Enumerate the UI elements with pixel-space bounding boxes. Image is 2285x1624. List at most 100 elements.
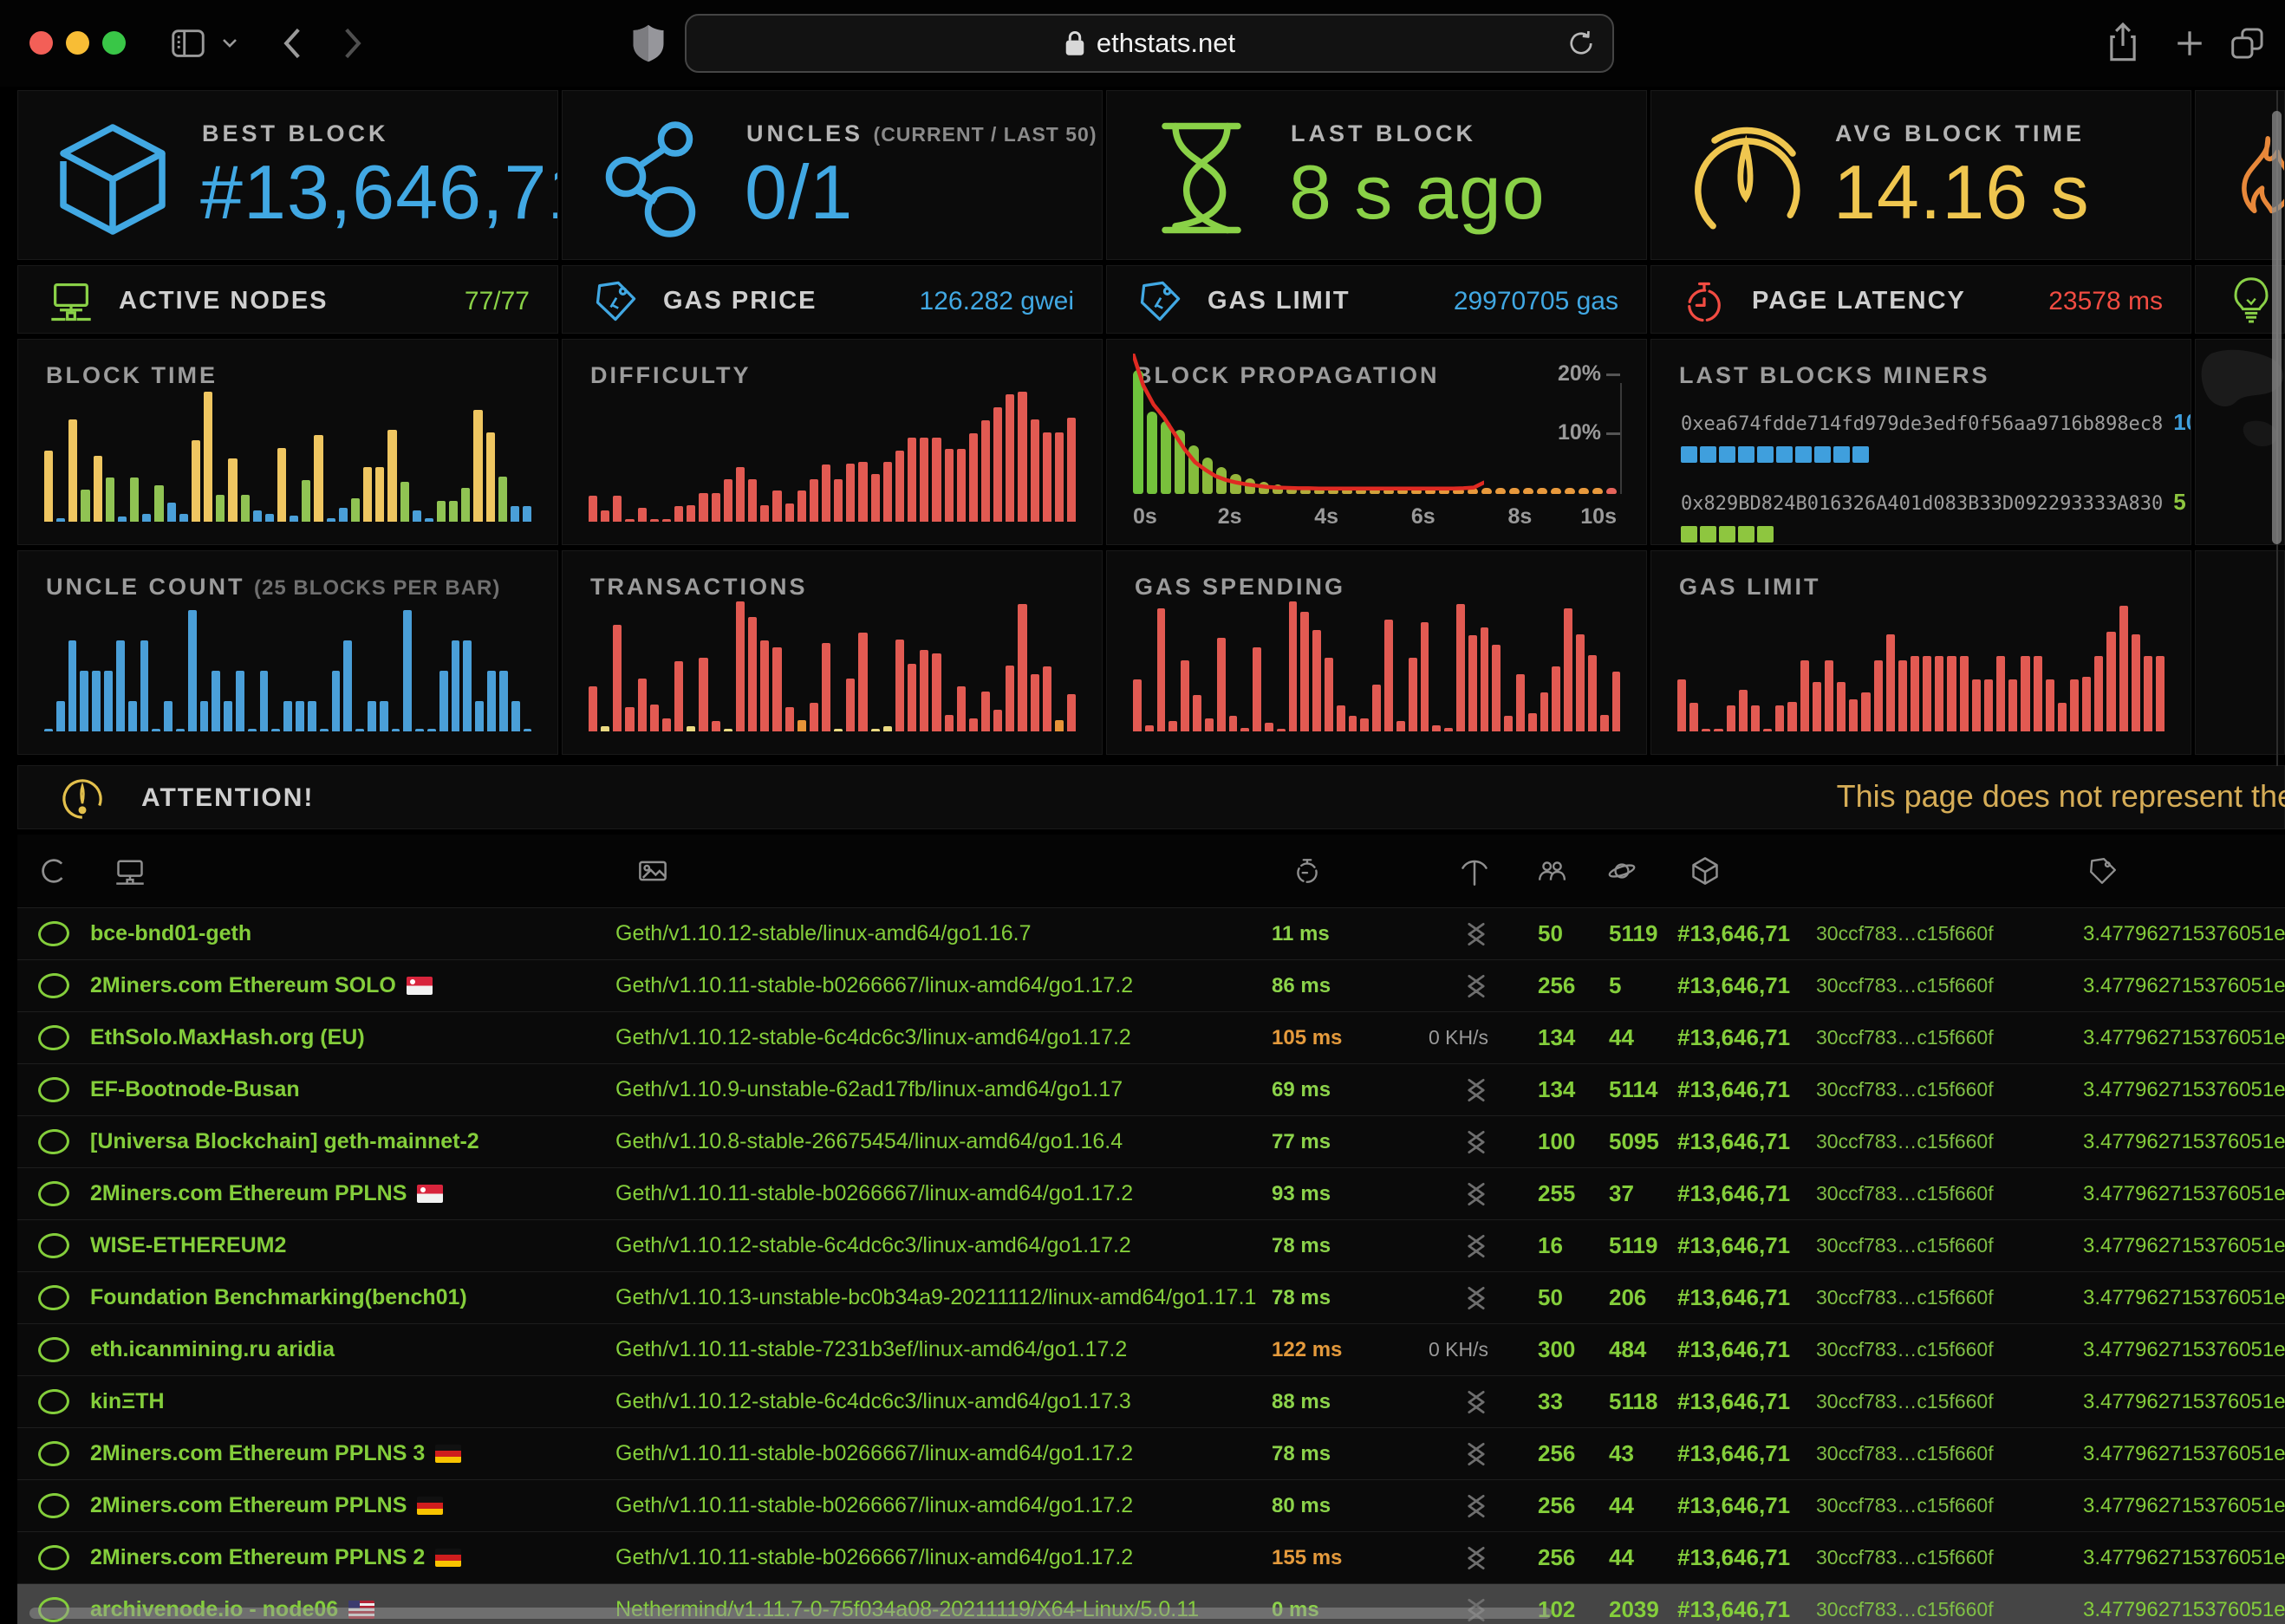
node-name[interactable]: 2Miners.com Ethereum PPLNS xyxy=(90,1181,615,1206)
table-row[interactable]: EF-Bootnode-BusanGeth/v1.10.9-unstable-6… xyxy=(17,1063,2285,1115)
close-window-button[interactable] xyxy=(29,31,53,55)
chart-bar xyxy=(68,419,77,523)
nodes-table-header xyxy=(17,835,2285,907)
chart-bar xyxy=(116,640,125,731)
node-last-block: #13,646,713 xyxy=(1662,1076,1790,1103)
chart-bar xyxy=(216,495,225,523)
node-name[interactable]: 2Miners.com Ethereum PPLNS xyxy=(90,1493,615,1518)
chart-bar xyxy=(908,438,916,523)
node-name[interactable]: 2Miners.com Ethereum PPLNS 2 xyxy=(90,1545,615,1570)
vertical-scrollbar-thumb[interactable] xyxy=(2272,111,2282,544)
node-name[interactable]: 2Miners.com Ethereum PPLNS 3 xyxy=(90,1441,615,1466)
last-block-label: LAST BLOCK xyxy=(1291,120,1476,147)
node-name[interactable]: bce-bnd01-geth xyxy=(90,921,615,946)
minimize-window-button[interactable] xyxy=(66,31,89,55)
address-bar[interactable]: ethstats.net xyxy=(685,14,1614,73)
node-block-hash: 30ccf783…c15f660f xyxy=(1790,1182,2050,1205)
table-row[interactable]: 2Miners.com Ethereum PPLNSGeth/v1.10.11-… xyxy=(17,1167,2285,1219)
chart-bar xyxy=(1947,656,1956,731)
node-peers: 100 xyxy=(1523,1128,1594,1155)
chart-bar xyxy=(56,518,65,523)
chevron-down-icon[interactable] xyxy=(220,36,239,50)
node-name[interactable]: [Universa Blockchain] geth-mainnet-2 xyxy=(90,1129,615,1154)
chart-bar xyxy=(2034,656,2042,731)
chart-bar xyxy=(1432,725,1441,732)
sidebar-icon[interactable] xyxy=(168,23,208,63)
chart-bar xyxy=(1600,715,1609,732)
node-name[interactable]: Foundation Benchmarking(bench01) xyxy=(90,1285,615,1310)
chart-bar xyxy=(957,686,966,732)
best-block-panel: BEST BLOCK #13,646,713 xyxy=(17,90,558,260)
chart-bar xyxy=(1055,720,1064,732)
node-total-difficulty: 3.477962715376051e+2 xyxy=(2050,1494,2285,1518)
x-axis-ticks: 0s2s4s6s8s10s xyxy=(1133,504,1617,530)
dashboard-grid: BEST BLOCK #13,646,713 UNCLES (CURRENT /… xyxy=(17,90,2285,755)
chart-bar xyxy=(1874,660,1883,732)
table-row[interactable]: [Universa Blockchain] geth-mainnet-2Geth… xyxy=(17,1115,2285,1167)
table-row[interactable]: EthSolo.MaxHash.org (EU)Geth/v1.10.12-st… xyxy=(17,1011,2285,1063)
table-row[interactable]: 2Miners.com Ethereum PPLNSGeth/v1.10.11-… xyxy=(17,1479,2285,1531)
chart-bar xyxy=(142,514,151,522)
table-row[interactable]: 2Miners.com Ethereum PPLNS 3Geth/v1.10.1… xyxy=(17,1427,2285,1479)
node-name[interactable]: EF-Bootnode-Busan xyxy=(90,1077,615,1102)
chart-bar xyxy=(1031,674,1039,731)
chart-bar xyxy=(1217,638,1226,731)
chart-bar xyxy=(1509,488,1520,494)
chart-bar xyxy=(1923,656,1931,731)
back-icon[interactable] xyxy=(276,24,310,62)
table-row[interactable]: 2Miners.com Ethereum PPLNS 2Geth/v1.10.1… xyxy=(17,1531,2285,1583)
table-row[interactable]: Foundation Benchmarking(bench01)Geth/v1.… xyxy=(17,1271,2285,1323)
node-name[interactable]: eth.icanmining.ru aridia xyxy=(90,1337,615,1362)
chart-bar xyxy=(1800,660,1809,732)
horizontal-scrollbar-thumb[interactable] xyxy=(29,1608,1552,1619)
difficulty-chart xyxy=(589,392,1076,522)
table-row[interactable]: eth.icanmining.ru aridiaGeth/v1.10.11-st… xyxy=(17,1323,2285,1375)
chart-bar xyxy=(662,718,671,731)
node-name[interactable]: WISE-ETHEREUM2 xyxy=(90,1233,615,1258)
uncles-icon xyxy=(592,112,722,242)
reload-icon[interactable] xyxy=(1566,28,1597,59)
chart-bar xyxy=(1300,612,1309,731)
chart-bar xyxy=(487,671,496,731)
block-square xyxy=(1719,526,1735,542)
chart-bar xyxy=(1043,666,1051,731)
node-name[interactable]: 2Miners.com Ethereum SOLO xyxy=(90,973,615,998)
node-name[interactable]: EthSolo.MaxHash.org (EU) xyxy=(90,1025,615,1050)
miner-address[interactable]: 0x829BD824B016326A401d083B33D092293333A8… xyxy=(1681,493,2163,515)
page-latency-value: 23578 ms xyxy=(2048,287,2163,316)
monitor-icon xyxy=(48,278,94,325)
new-tab-icon[interactable] xyxy=(2172,26,2207,61)
share-icon[interactable] xyxy=(2105,21,2141,64)
table-row[interactable]: bce-bnd01-gethGeth/v1.10.12-stable/linux… xyxy=(17,907,2285,959)
x-tick-label: 6s xyxy=(1411,504,1435,529)
best-block-value: #13,646,713 xyxy=(200,145,558,240)
pending-icon xyxy=(1594,835,1662,907)
node-block-hash: 30ccf783…c15f660f xyxy=(1790,1390,2050,1413)
table-row[interactable]: kinΞTHGeth/v1.10.12-stable-6c4dc6c3/linu… xyxy=(17,1375,2285,1427)
table-row[interactable]: 2Miners.com Ethereum SOLOGeth/v1.10.11-s… xyxy=(17,959,2285,1011)
node-name[interactable]: kinΞTH xyxy=(90,1389,615,1414)
miner-address[interactable]: 0xea674fdde714fd979de3edf0f56aa9716b898e… xyxy=(1681,413,2163,435)
chart-bar xyxy=(589,686,597,732)
zoom-window-button[interactable] xyxy=(102,31,126,55)
node-block-hash: 30ccf783…c15f660f xyxy=(1790,1286,2050,1309)
chart-bar xyxy=(1481,627,1489,731)
table-row[interactable]: WISE-ETHEREUM2Geth/v1.10.12-stable-6c4dc… xyxy=(17,1219,2285,1271)
tab-overview-icon[interactable] xyxy=(2230,26,2266,61)
y-tick-label: 10% xyxy=(1558,420,1601,445)
chart-bar xyxy=(981,420,990,522)
chart-bar xyxy=(772,490,781,522)
chart-bar xyxy=(772,647,781,732)
chart-bar xyxy=(1689,703,1698,731)
node-total-difficulty: 3.477962715376051e+2 xyxy=(2050,974,2285,998)
active-nodes-label: ACTIVE NODES xyxy=(119,287,329,315)
node-latency: 78 ms xyxy=(1272,1286,1358,1310)
transactions-chart-panel: TRANSACTIONS xyxy=(562,550,1103,755)
chart-bar xyxy=(846,679,855,732)
forward-icon[interactable] xyxy=(335,24,369,62)
attention-marquee-text: This page does not represent the xyxy=(1837,778,2285,815)
shield-icon[interactable] xyxy=(631,23,666,64)
y-tick-mark xyxy=(1606,374,1620,376)
chart-bar xyxy=(1145,725,1154,732)
x-tick-label: 4s xyxy=(1314,504,1338,529)
